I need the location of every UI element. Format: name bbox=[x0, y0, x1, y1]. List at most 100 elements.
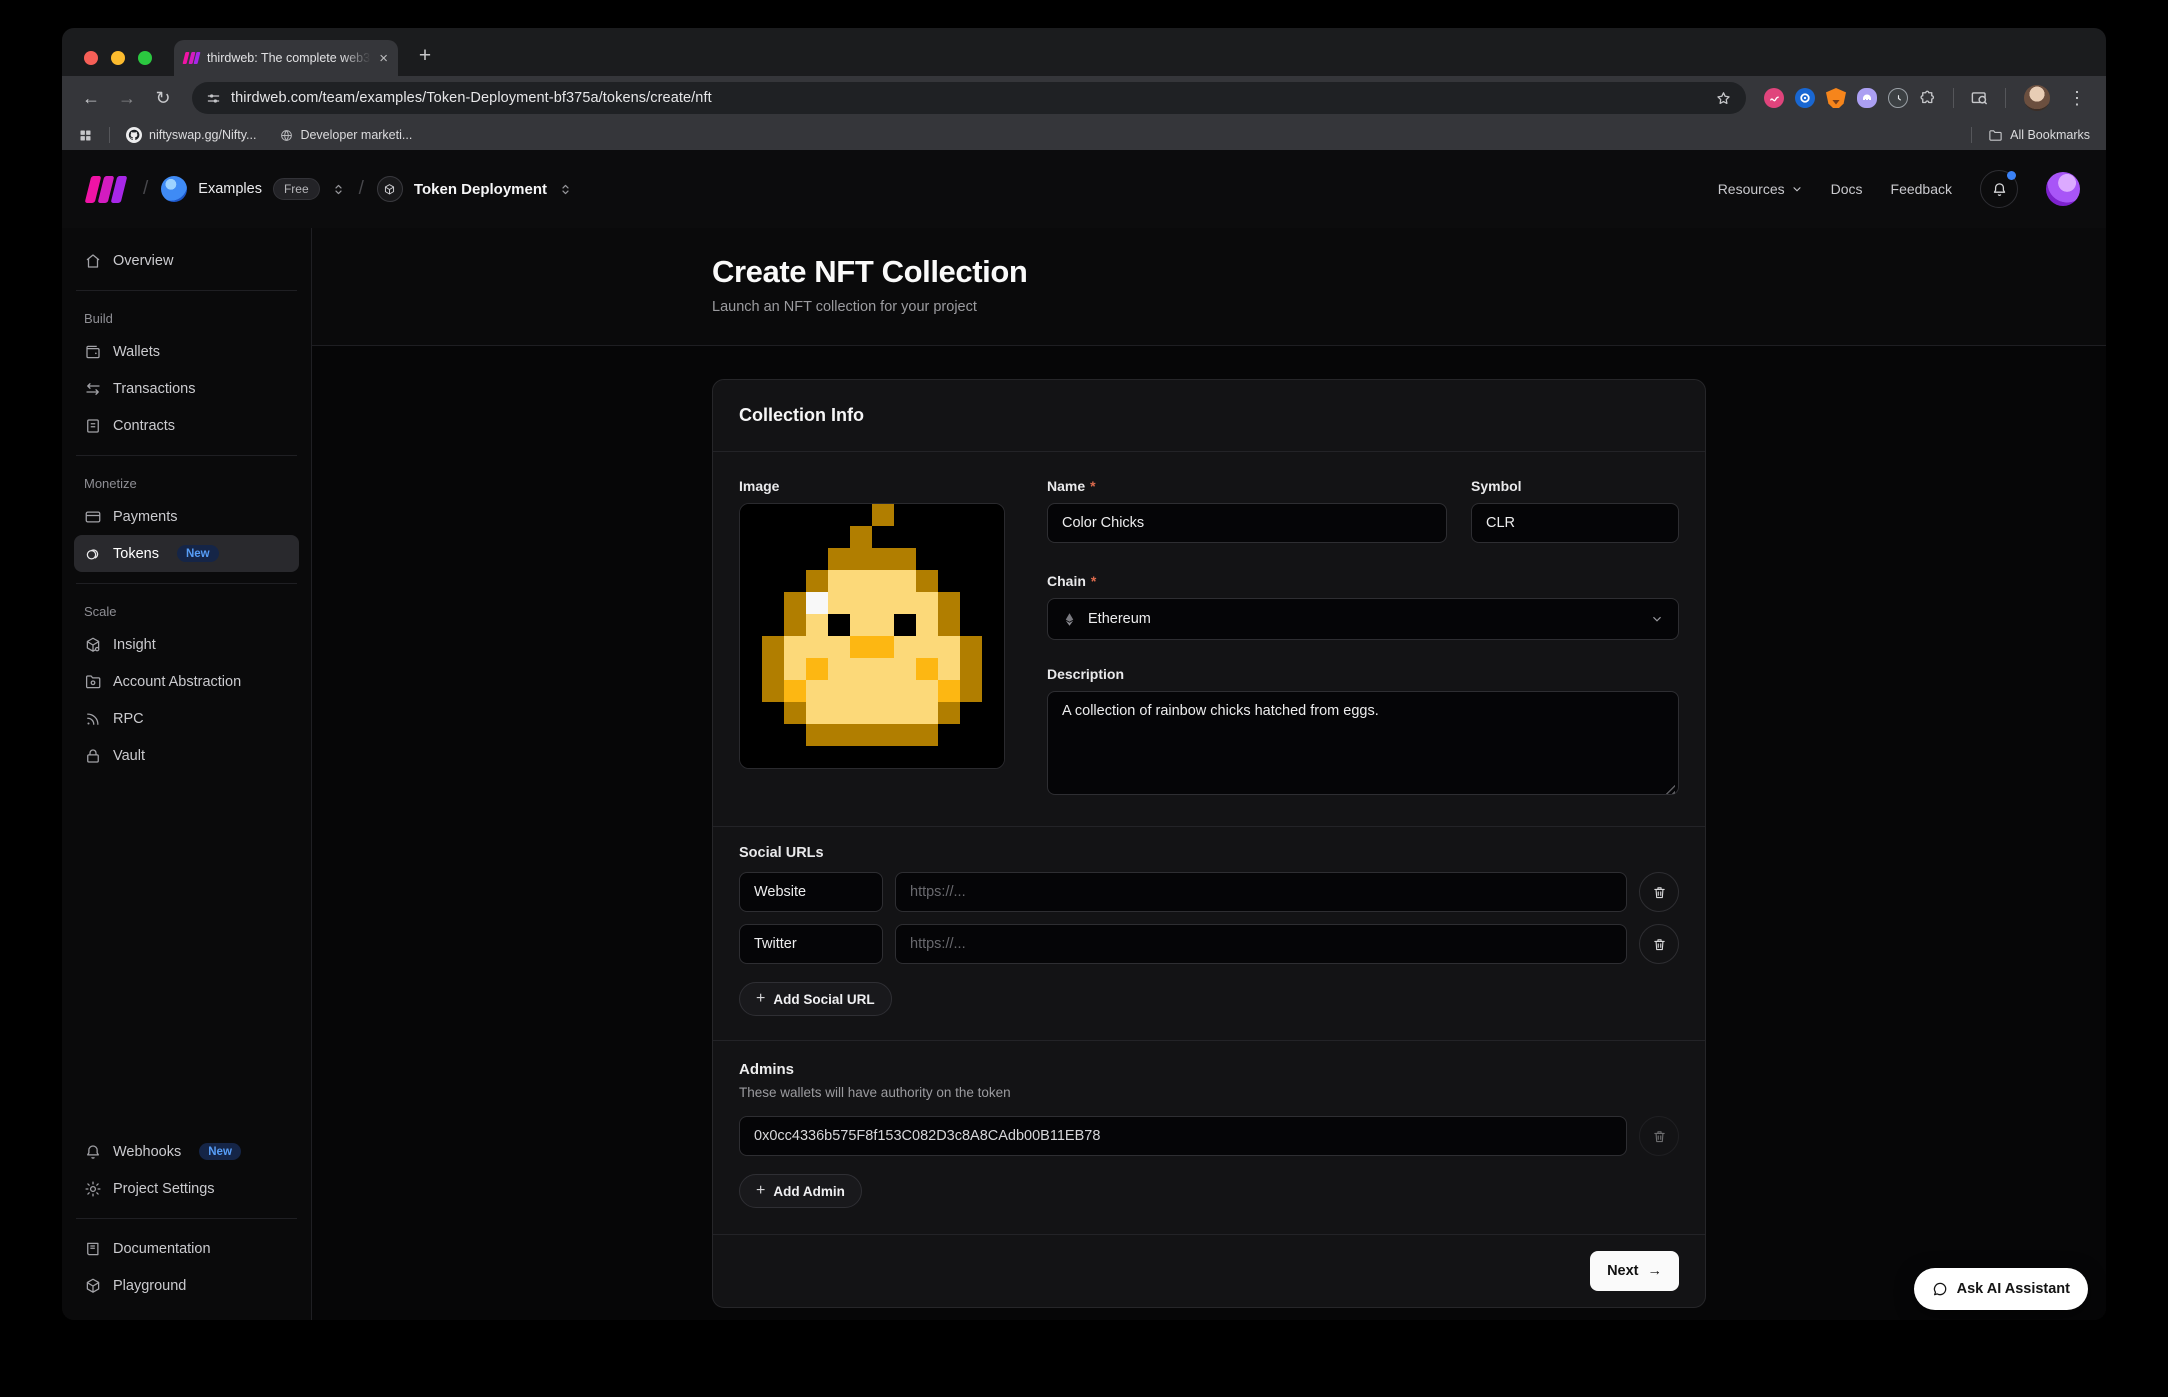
social-url-input[interactable] bbox=[895, 872, 1627, 912]
trash-icon bbox=[1652, 1129, 1667, 1144]
team-switcher-chevrons-icon[interactable] bbox=[331, 182, 346, 197]
thirdweb-logo-icon[interactable] bbox=[88, 176, 124, 203]
sidebar-item-project-settings[interactable]: Project Settings bbox=[74, 1170, 299, 1207]
reload-button[interactable]: ↻ bbox=[148, 83, 178, 113]
sidebar-item-transactions[interactable]: Transactions bbox=[74, 370, 299, 407]
github-icon bbox=[126, 127, 142, 143]
tab-close-icon[interactable]: × bbox=[379, 51, 388, 66]
browser-menu-icon[interactable]: ⋮ bbox=[2062, 88, 2092, 109]
delete-admin-button[interactable] bbox=[1639, 1116, 1679, 1156]
trash-icon bbox=[1652, 937, 1667, 952]
folder-account-icon bbox=[84, 673, 102, 691]
url-text[interactable]: thirdweb.com/team/examples/Token-Deploym… bbox=[231, 90, 1705, 106]
new-tab-button[interactable]: + bbox=[412, 44, 438, 68]
chat-bubble-icon bbox=[1932, 1281, 1948, 1297]
bookmark-niftyswap[interactable]: niftyswap.gg/Nifty... bbox=[126, 127, 256, 143]
team-name[interactable]: Examples bbox=[198, 181, 262, 197]
pink-extension-icon[interactable] bbox=[1764, 88, 1784, 108]
description-label: Description bbox=[1047, 666, 1124, 682]
chain-label: Chain bbox=[1047, 573, 1086, 589]
symbol-field: Symbol bbox=[1471, 478, 1679, 543]
sidebar-item-wallets[interactable]: Wallets bbox=[74, 333, 299, 370]
bookmark-label: Developer marketi... bbox=[300, 128, 412, 142]
sidebar-item-account-abstraction[interactable]: Account Abstraction bbox=[74, 663, 299, 700]
apps-grid-icon[interactable] bbox=[78, 128, 93, 143]
all-bookmarks-button[interactable]: All Bookmarks bbox=[1988, 128, 2090, 143]
sidebar-item-insight[interactable]: Insight bbox=[74, 626, 299, 663]
project-icon bbox=[377, 176, 403, 202]
folder-icon bbox=[1988, 128, 2003, 143]
extensions-puzzle-icon[interactable] bbox=[1919, 89, 1937, 107]
close-window-button[interactable] bbox=[84, 51, 98, 65]
description-textarea[interactable]: A collection of rainbow chicks hatched f… bbox=[1047, 691, 1679, 795]
bookmark-label: niftyswap.gg/Nifty... bbox=[149, 128, 256, 142]
minimize-window-button[interactable] bbox=[111, 51, 125, 65]
required-asterisk: * bbox=[1091, 573, 1096, 589]
toolbar-divider-2 bbox=[2005, 88, 2006, 108]
plan-badge: Free bbox=[273, 178, 320, 200]
admins-section: Admins These wallets will have authority… bbox=[713, 1040, 1705, 1234]
extension-icons bbox=[1764, 88, 1937, 108]
sidebar-item-rpc[interactable]: RPC bbox=[74, 700, 299, 737]
add-admin-button[interactable]: + Add Admin bbox=[739, 1174, 862, 1208]
sidebar-item-contracts[interactable]: Contracts bbox=[74, 407, 299, 444]
plus-icon: + bbox=[756, 1182, 765, 1200]
bookmark-developer-marketing[interactable]: Developer marketi... bbox=[280, 128, 412, 142]
content-area: Collection Info Image bbox=[312, 346, 2106, 1320]
bookmark-star-icon[interactable] bbox=[1715, 90, 1732, 107]
back-button[interactable]: ← bbox=[76, 83, 106, 113]
symbol-input[interactable] bbox=[1471, 503, 1679, 543]
macos-traffic-lights bbox=[84, 51, 152, 65]
social-url-input[interactable] bbox=[895, 924, 1627, 964]
sidebar-divider bbox=[76, 583, 297, 584]
resources-menu[interactable]: Resources bbox=[1718, 181, 1803, 197]
chain-select[interactable]: Ethereum bbox=[1047, 598, 1679, 640]
sidebar-item-playground[interactable]: Playground bbox=[74, 1267, 299, 1304]
sidebar-section-scale: Scale bbox=[84, 604, 289, 619]
wallet-icon bbox=[84, 343, 102, 361]
card-footer: Next → bbox=[713, 1234, 1705, 1307]
next-button[interactable]: Next → bbox=[1590, 1251, 1679, 1291]
project-switcher-chevrons-icon[interactable] bbox=[558, 182, 573, 197]
collection-image-upload[interactable] bbox=[739, 503, 1005, 769]
inspect-device-icon[interactable] bbox=[1970, 89, 1989, 108]
notification-dot bbox=[2007, 171, 2016, 180]
maximize-window-button[interactable] bbox=[138, 51, 152, 65]
docs-link[interactable]: Docs bbox=[1831, 181, 1863, 197]
globe-icon bbox=[280, 129, 293, 142]
admin-address-input[interactable] bbox=[739, 1116, 1627, 1156]
delete-social-url-button[interactable] bbox=[1639, 872, 1679, 912]
url-bar[interactable]: thirdweb.com/team/examples/Token-Deploym… bbox=[192, 82, 1746, 114]
social-platform-input[interactable] bbox=[739, 872, 883, 912]
user-avatar[interactable] bbox=[2046, 172, 2080, 206]
tab-title: thirdweb: The complete web3 bbox=[207, 51, 371, 65]
sidebar-item-vault[interactable]: Vault bbox=[74, 737, 299, 774]
name-input[interactable] bbox=[1047, 503, 1447, 543]
add-social-url-button[interactable]: + Add Social URL bbox=[739, 982, 892, 1016]
forward-button[interactable]: → bbox=[112, 83, 142, 113]
bookmarks-divider bbox=[109, 127, 110, 143]
sidebar-item-tokens[interactable]: Tokens New bbox=[74, 535, 299, 572]
phantom-icon[interactable] bbox=[1857, 88, 1877, 108]
metamask-icon[interactable] bbox=[1826, 88, 1846, 108]
sidebar-item-documentation[interactable]: Documentation bbox=[74, 1230, 299, 1267]
thirdweb-app: / Examples Free / Token Deployment Resou bbox=[62, 150, 2106, 1320]
blue-extension-icon[interactable] bbox=[1795, 88, 1815, 108]
delete-social-url-button[interactable] bbox=[1639, 924, 1679, 964]
sidebar-item-payments[interactable]: Payments bbox=[74, 498, 299, 535]
browser-tab[interactable]: thirdweb: The complete web3 × bbox=[174, 40, 398, 76]
site-info-icon[interactable] bbox=[206, 91, 221, 106]
social-platform-input[interactable] bbox=[739, 924, 883, 964]
clock-extension-icon[interactable] bbox=[1888, 88, 1908, 108]
sidebar-item-overview[interactable]: Overview bbox=[74, 242, 299, 279]
browser-profile-avatar[interactable] bbox=[2024, 85, 2050, 111]
notifications-button[interactable] bbox=[1980, 170, 2018, 208]
team-avatar bbox=[161, 176, 187, 202]
ask-ai-assistant-button[interactable]: Ask AI Assistant bbox=[1914, 1268, 2088, 1310]
project-name[interactable]: Token Deployment bbox=[414, 181, 547, 198]
book-icon bbox=[84, 1240, 102, 1258]
sidebar-item-webhooks[interactable]: Webhooks New bbox=[74, 1133, 299, 1170]
social-urls-label: Social URLs bbox=[739, 845, 1679, 861]
chevron-down-icon bbox=[1650, 612, 1664, 626]
feedback-link[interactable]: Feedback bbox=[1891, 181, 1952, 197]
